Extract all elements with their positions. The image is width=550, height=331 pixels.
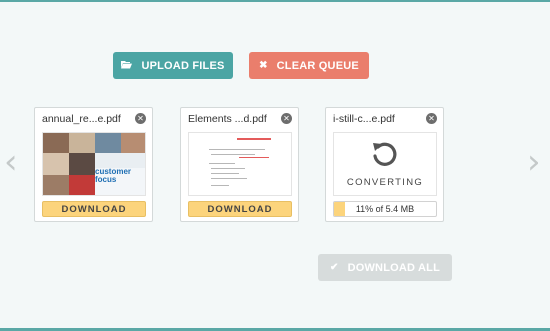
folder-open-icon (121, 60, 133, 72)
download-all-button[interactable]: ✔ DOWNLOAD ALL (318, 254, 452, 281)
clear-queue-button[interactable]: ✖ CLEAR QUEUE (249, 52, 369, 79)
file-card: Elements ...d.pdf ✕ DOWNLOAD (180, 107, 299, 222)
close-icon[interactable]: ✕ (426, 113, 437, 124)
x-icon: ✖ (259, 60, 268, 71)
upload-files-button[interactable]: UPLOAD FILES (113, 52, 233, 79)
file-thumbnail (188, 132, 292, 196)
check-icon: ✔ (329, 262, 339, 273)
progress-label: 11% of 5.4 MB (355, 204, 415, 214)
chevron-left-icon[interactable]: ‹ (4, 145, 18, 179)
close-icon[interactable]: ✕ (281, 113, 292, 124)
refresh-icon (373, 142, 397, 166)
download-button[interactable]: DOWNLOAD (42, 201, 146, 217)
progress-bar: 11% of 5.4 MB (333, 201, 437, 217)
file-thumbnail: CONVERTING (333, 132, 437, 196)
file-name: i-still-c...e.pdf (333, 113, 395, 125)
file-thumbnail: customer focus (42, 132, 146, 196)
top-border (0, 0, 550, 2)
file-name: annual_re...e.pdf (42, 113, 121, 125)
download-button[interactable]: DOWNLOAD (188, 201, 292, 217)
clear-queue-label: CLEAR QUEUE (276, 59, 359, 72)
close-icon[interactable]: ✕ (135, 113, 146, 124)
file-name: Elements ...d.pdf (188, 113, 267, 125)
upload-files-label: UPLOAD FILES (141, 59, 225, 72)
file-card: i-still-c...e.pdf ✕ CONVERTING 11% of 5.… (325, 107, 444, 222)
chevron-right-icon[interactable]: › (527, 145, 541, 179)
file-card: annual_re...e.pdf ✕ customer focus DOWNL… (34, 107, 153, 222)
thumbnail-brand-text: customer focus (95, 167, 132, 184)
converting-label: CONVERTING (346, 177, 424, 188)
download-all-label: DOWNLOAD ALL (347, 261, 440, 274)
